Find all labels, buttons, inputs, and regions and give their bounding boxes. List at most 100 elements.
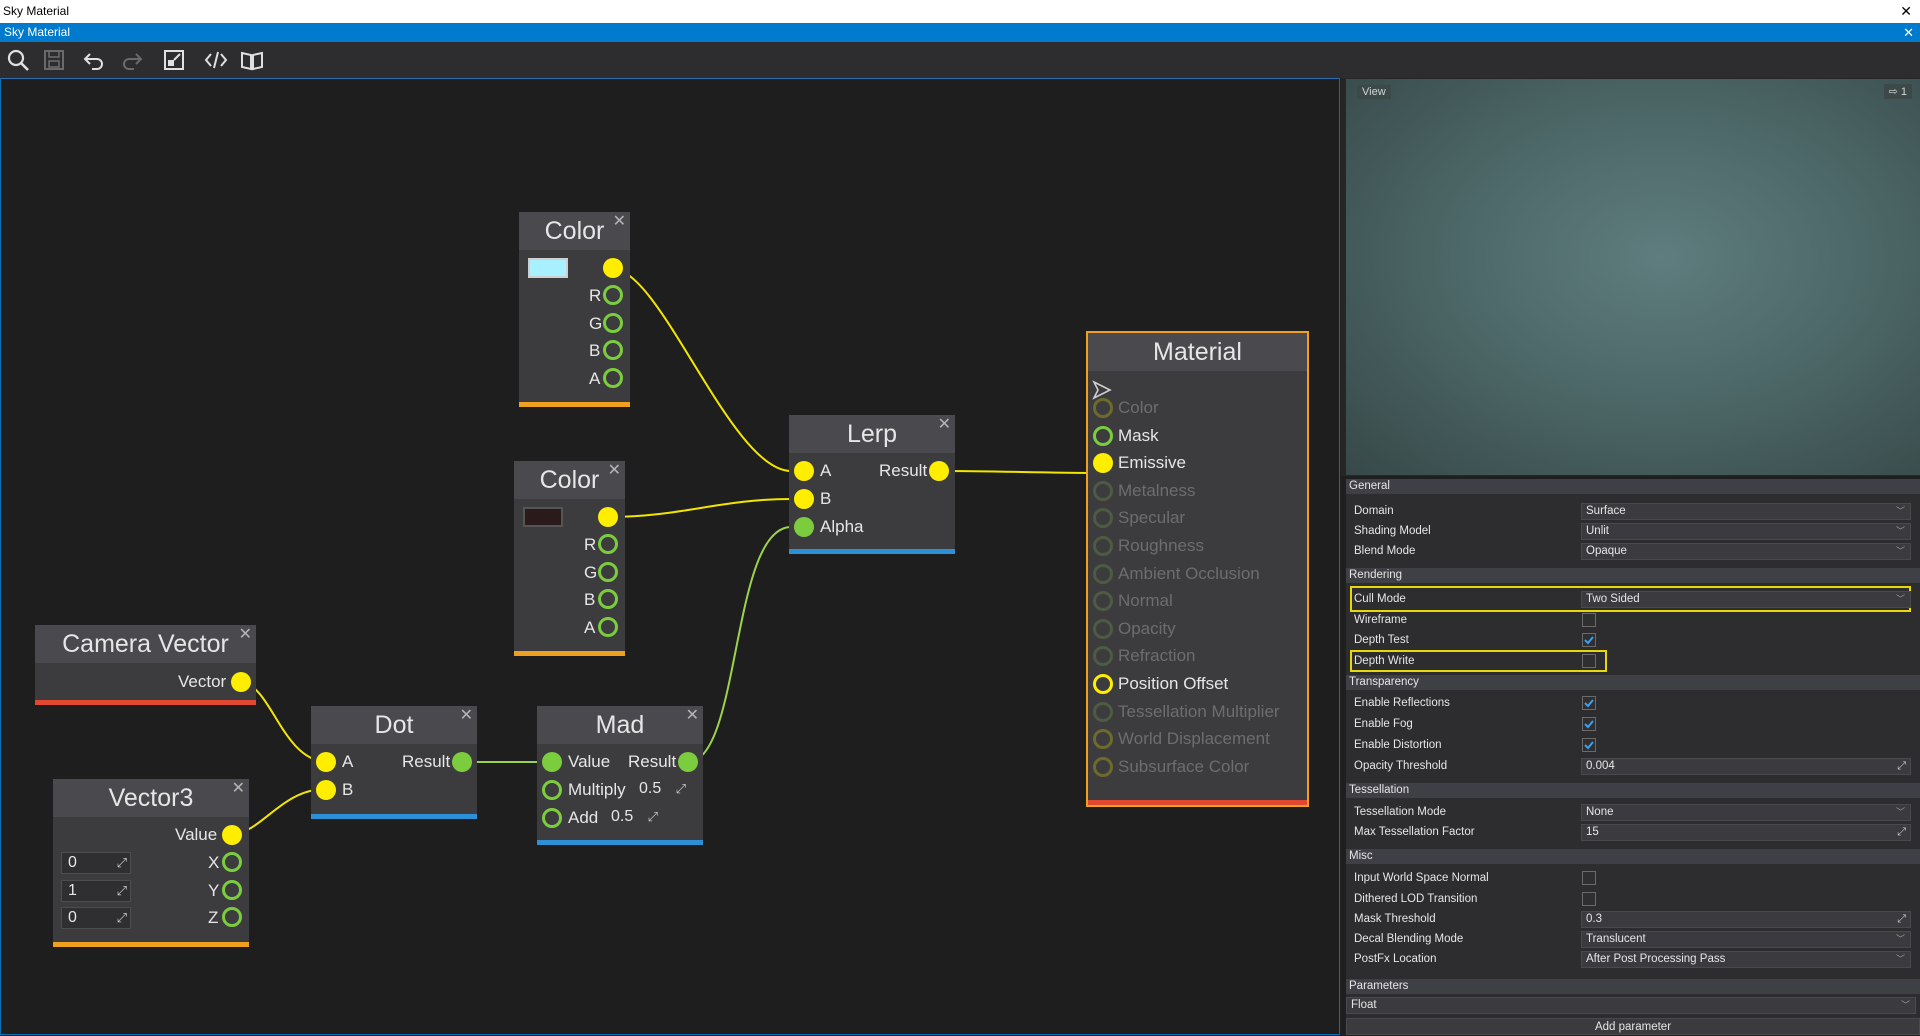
color-output-pin[interactable]	[603, 258, 623, 278]
camera-vector-node[interactable]: Camera Vector ✕ Vector	[35, 625, 256, 705]
expand-icon[interactable]: ⤢	[1897, 759, 1906, 774]
material-node[interactable]: Material Color Mask Emissive Metalness Specu…	[1086, 331, 1309, 807]
material-input-pin[interactable]	[1093, 536, 1113, 556]
value-output-pin[interactable]	[222, 825, 242, 845]
expand-icon[interactable]: ⤢	[676, 779, 686, 799]
x-field[interactable]: 0 ⤢	[61, 852, 131, 874]
fit-view-icon[interactable]	[160, 47, 188, 73]
material-input-pin[interactable]	[1093, 674, 1113, 694]
close-icon[interactable]: ✕	[239, 626, 252, 644]
vector3-node[interactable]: Vector3 ✕ Value 0 ⤢ X 1 ⤢ Y 0 ⤢ Z	[53, 779, 249, 947]
a-input-pin[interactable]	[316, 752, 336, 772]
result-output-pin[interactable]	[452, 752, 472, 772]
section-tessellation[interactable]: Tessellation	[1346, 783, 1920, 798]
material-preview[interactable]: View ⇨ 1	[1346, 79, 1920, 475]
document-tab[interactable]: Sky Material ✕	[0, 23, 1920, 42]
a-input-pin[interactable]	[794, 461, 814, 481]
b-input-pin[interactable]	[794, 489, 814, 509]
close-icon[interactable]: ✕	[686, 707, 699, 725]
undo-icon[interactable]	[80, 47, 108, 73]
depth-write-checkbox[interactable]	[1582, 654, 1596, 668]
material-input-pin[interactable]	[1093, 398, 1113, 418]
z-field[interactable]: 0 ⤢	[61, 907, 131, 929]
max-tessellation-field[interactable]: 15 ⤢	[1581, 824, 1911, 841]
material-input-pin[interactable]	[1093, 701, 1113, 722]
multiply-value-field[interactable]: 0.5 ⤢	[633, 779, 689, 801]
depth-test-checkbox[interactable]	[1582, 633, 1596, 647]
color-swatch[interactable]	[523, 507, 563, 527]
mask-threshold-field[interactable]: 0.3 ⤢	[1581, 911, 1911, 928]
material-input-pin[interactable]	[1093, 756, 1113, 777]
section-rendering[interactable]: Rendering	[1346, 568, 1920, 583]
result-output-pin[interactable]	[678, 752, 698, 772]
expand-icon[interactable]: ⤢	[117, 853, 127, 873]
postfx-location-dropdown[interactable]: After Post Processing Pass ﹀	[1581, 951, 1911, 968]
color-node-2[interactable]: Color ✕ R G B A	[514, 461, 625, 656]
opacity-threshold-field[interactable]: 0.004 ⤢	[1581, 758, 1911, 775]
node-graph-canvas[interactable]: Color ✕ R G B A Color ✕ R G B A Lerp ✕ A…	[0, 78, 1340, 1035]
decal-blending-dropdown[interactable]: Translucent ﹀	[1581, 931, 1911, 948]
material-input-pin[interactable]	[1093, 453, 1113, 474]
dot-node[interactable]: Dot ✕ A Result B	[311, 706, 477, 819]
material-input-pin[interactable]	[1093, 563, 1113, 584]
dithered-lod-checkbox[interactable]	[1582, 892, 1596, 906]
expand-icon[interactable]: ⤢	[117, 881, 127, 901]
material-input-pin[interactable]	[1093, 729, 1113, 750]
mad-node[interactable]: Mad ✕ Value Result Multiply 0.5 ⤢ Add 0.5…	[537, 706, 703, 845]
b-input-pin[interactable]	[316, 780, 336, 800]
add-parameter-button[interactable]: Add parameter	[1346, 1018, 1920, 1035]
parameter-type-dropdown[interactable]: Float ﹀	[1346, 997, 1916, 1014]
lerp-node[interactable]: Lerp ✕ A Result B Alpha	[789, 415, 955, 554]
material-input-pin[interactable]	[1093, 508, 1113, 529]
section-parameters[interactable]: Parameters	[1346, 979, 1920, 994]
r-output-pin[interactable]	[603, 285, 623, 305]
close-icon[interactable]: ✕	[460, 707, 473, 725]
shading-model-dropdown[interactable]: Unlit ﹀	[1581, 523, 1911, 540]
enable-fog-checkbox[interactable]	[1582, 717, 1596, 731]
tessellation-mode-dropdown[interactable]: None ﹀	[1581, 804, 1911, 821]
expand-icon[interactable]: ⤢	[117, 908, 127, 928]
wireframe-checkbox[interactable]	[1582, 613, 1596, 627]
value-input-pin[interactable]	[542, 752, 562, 772]
view-button[interactable]: View	[1357, 85, 1391, 99]
input-world-space-normal-checkbox[interactable]	[1582, 871, 1596, 885]
cull-mode-dropdown[interactable]: Two Sided ﹀	[1581, 591, 1911, 608]
expand-icon[interactable]: ⤢	[1897, 912, 1906, 927]
add-value-field[interactable]: 0.5 ⤢	[605, 807, 661, 829]
material-input-pin[interactable]	[1093, 618, 1113, 639]
g-output-pin[interactable]	[603, 313, 623, 333]
x-output-pin[interactable]	[222, 852, 242, 872]
color-swatch[interactable]	[528, 258, 568, 278]
a-output-pin[interactable]	[603, 368, 623, 388]
blend-mode-dropdown[interactable]: Opaque ﹀	[1581, 543, 1911, 560]
material-input-pin[interactable]	[1093, 646, 1113, 667]
b-output-pin[interactable]	[603, 340, 623, 360]
result-output-pin[interactable]	[929, 461, 949, 481]
material-input-pin[interactable]	[1093, 480, 1113, 501]
code-icon[interactable]	[202, 47, 230, 73]
add-input-pin[interactable]	[542, 808, 562, 828]
close-window-icon[interactable]: ✕	[1900, 0, 1912, 23]
y-output-pin[interactable]	[222, 880, 242, 900]
redo-icon[interactable]	[118, 47, 146, 73]
multiply-input-pin[interactable]	[542, 780, 562, 800]
save-icon[interactable]	[40, 47, 68, 73]
section-general[interactable]: General	[1346, 479, 1920, 494]
enable-distortion-checkbox[interactable]	[1582, 738, 1596, 752]
material-input-pin[interactable]	[1093, 591, 1113, 612]
color-node-1[interactable]: Color ✕ R G B A	[519, 212, 630, 407]
section-misc[interactable]: Misc	[1346, 849, 1920, 864]
view-selector[interactable]: ⇨ 1	[1883, 84, 1912, 99]
expand-icon[interactable]: ⤢	[1897, 825, 1906, 840]
r-output-pin[interactable]	[598, 534, 618, 554]
alpha-input-pin[interactable]	[794, 517, 814, 537]
close-icon[interactable]: ✕	[613, 213, 626, 231]
domain-dropdown[interactable]: Surface ﹀	[1581, 503, 1911, 520]
y-field[interactable]: 1 ⤢	[61, 880, 131, 902]
z-output-pin[interactable]	[222, 907, 242, 927]
expand-icon[interactable]: ⤢	[648, 807, 658, 827]
color-output-pin[interactable]	[598, 507, 618, 527]
a-output-pin[interactable]	[598, 617, 618, 637]
g-output-pin[interactable]	[598, 562, 618, 582]
close-icon[interactable]: ✕	[232, 780, 245, 798]
